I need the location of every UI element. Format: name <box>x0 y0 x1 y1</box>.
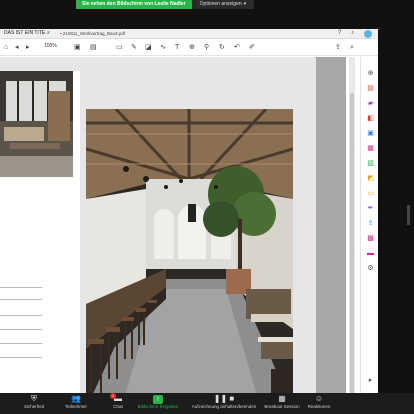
security-button[interactable]: ⛨ Sicherheit <box>18 394 50 409</box>
meeting-controls-bar: ⛨ Sicherheit 👥 40 Teilnehmer ▬ 1 Chat ↑ … <box>0 393 414 414</box>
export-pdf-icon[interactable]: ▣ <box>366 130 375 138</box>
security-label: Sicherheit <box>23 404 44 409</box>
create-pdf-icon[interactable]: ▤ <box>366 85 375 93</box>
tools-rail: ⊕ ▤ ▰ ◧ ▣ ▦ ▧ ◩ ▭ ✒ ⇪ ▩ ▬ ⚙ ▸ <box>360 57 378 393</box>
chevron-down-icon: ▾ <box>243 1 247 7</box>
pane-gutter <box>316 57 346 393</box>
record-label: Aufzeichnung anhalten/beenden <box>191 404 257 409</box>
next-page-icon[interactable]: ▸ <box>26 43 30 52</box>
undo-icon[interactable]: ↶ <box>234 43 240 52</box>
screen-share-banner: Sie sehen den Bildschirm von Leslie Nadl… <box>76 0 255 9</box>
chat-button[interactable]: ▬ 1 Chat <box>104 393 132 409</box>
fill-sign-icon[interactable]: ▭ <box>366 190 375 198</box>
reactions-button[interactable]: ☺ Reaktionen <box>300 394 338 409</box>
divider <box>0 299 42 300</box>
record-button[interactable]: ❚❚ ■ Aufzeichnung anhalten/beenden <box>186 394 262 409</box>
breakout-label: Breakout Session <box>264 404 300 409</box>
reactions-label: Reaktionen <box>307 404 331 409</box>
participants-button[interactable]: 👥 40 Teilnehmer <box>58 394 94 409</box>
toolbar: ⌂ ◂ ▸ 100% ▣ ▤ ▭ ✎ ◪ ∿ T ⊕ ⚲ ↻ ↶ ✐ ⇪ ⌕ <box>0 40 378 56</box>
participants-label: Teilnehmer <box>64 404 87 409</box>
close-tab-icon[interactable]: × <box>47 30 50 36</box>
collapse-panel-icon[interactable]: ▸ <box>366 377 375 385</box>
view-options-label: Optionen anzeigen <box>199 1 242 7</box>
view-options-button[interactable]: Optionen anzeigen ▾ <box>191 0 255 9</box>
pen-icon[interactable]: ✎ <box>131 43 137 52</box>
share-icon[interactable]: ⇪ <box>335 43 341 52</box>
emoji-icon: ☺ <box>314 394 324 403</box>
viewing-screen-label: Sie sehen den Bildschirm von Leslie Nadl… <box>76 0 192 9</box>
pdf-viewer-window: DAS IST EIN TITE... × ▪ 210811_Werkvortr… <box>0 29 378 393</box>
tab-bar: DAS IST EIN TITE... × ▪ 210811_Werkvortr… <box>0 29 378 39</box>
restaurant-interior-photo <box>0 71 73 177</box>
pause-stop-icon: ❚❚ ■ <box>213 394 235 403</box>
divider <box>0 343 42 344</box>
scrollbar-thumb[interactable] <box>350 93 354 393</box>
attach-icon[interactable]: ⚲ <box>204 43 209 52</box>
window-edge-handle <box>407 205 410 225</box>
avatar[interactable] <box>364 30 372 38</box>
share-screen-label: Bildschirm freigeben <box>137 404 179 409</box>
more-tools-icon[interactable]: ⚙ <box>366 265 375 273</box>
pdf-icon: ▪ <box>60 31 62 36</box>
comment-icon[interactable]: ▭ <box>116 43 123 52</box>
rotate-icon[interactable]: ↻ <box>219 43 225 52</box>
document-area[interactable]: 42 <box>0 57 316 393</box>
draw-icon[interactable]: ∿ <box>160 43 166 52</box>
divider <box>0 287 42 288</box>
help-icon[interactable]: ? <box>338 30 341 36</box>
protect-icon[interactable]: ◩ <box>366 175 375 183</box>
divider <box>0 315 42 316</box>
breakout-icon: ▦ <box>278 394 286 403</box>
document-tab[interactable]: DAS IST EIN TITE... <box>4 30 49 36</box>
divider <box>0 329 42 330</box>
send-icon[interactable]: ⇪ <box>366 220 375 228</box>
chat-icon: ▬ <box>114 394 122 403</box>
organize-pages-icon[interactable]: ▦ <box>366 145 375 153</box>
divider <box>0 357 42 358</box>
fit-page-icon[interactable]: ▣ <box>74 43 81 52</box>
home-icon[interactable]: ⌂ <box>4 43 8 52</box>
edit-pdf-icon[interactable]: ◧ <box>366 115 375 123</box>
chat-label: Chat <box>113 404 123 409</box>
share-screen-button[interactable]: ↑ Bildschirm freigeben <box>134 394 182 409</box>
zoom-level[interactable]: 100% <box>44 43 57 49</box>
participants-count: 40 <box>74 395 79 400</box>
stamp-icon[interactable]: ⊕ <box>189 43 195 52</box>
chat-badge: 1 <box>110 393 116 399</box>
redact-icon[interactable]: ▩ <box>366 235 375 243</box>
page-display-icon[interactable]: ▤ <box>90 43 97 52</box>
highlight-icon[interactable]: ◪ <box>145 43 152 52</box>
file-name-label: 210811_Werkvortrag_Bau3.pdf <box>62 31 126 36</box>
zoom-screen-share-view: Sie sehen den Bildschirm von Leslie Nadl… <box>0 0 414 414</box>
zoom-in-icon[interactable]: ⊕ <box>366 70 375 78</box>
scan-icon[interactable]: ▬ <box>366 250 375 258</box>
shield-icon: ⛨ <box>31 394 37 403</box>
sign-icon[interactable]: ✐ <box>249 43 255 52</box>
prev-page-icon[interactable]: ◂ <box>15 43 19 52</box>
comment-icon[interactable]: ▰ <box>366 100 375 108</box>
file-name-tab[interactable]: ▪ 210811_Werkvortrag_Bau3.pdf <box>60 31 125 36</box>
compress-icon[interactable]: ▧ <box>366 160 375 168</box>
previous-page <box>0 71 80 393</box>
notification-icon[interactable]: ♪ <box>351 30 354 36</box>
sign-icon[interactable]: ✒ <box>366 205 375 213</box>
search-icon[interactable]: ⌕ <box>350 43 354 52</box>
text-icon[interactable]: T <box>175 43 179 52</box>
share-screen-icon: ↑ <box>153 395 163 404</box>
restaurant-hall-photo <box>86 109 293 393</box>
breakout-button[interactable]: ▦ Breakout Session <box>262 394 302 409</box>
current-page: 42 <box>86 109 293 393</box>
